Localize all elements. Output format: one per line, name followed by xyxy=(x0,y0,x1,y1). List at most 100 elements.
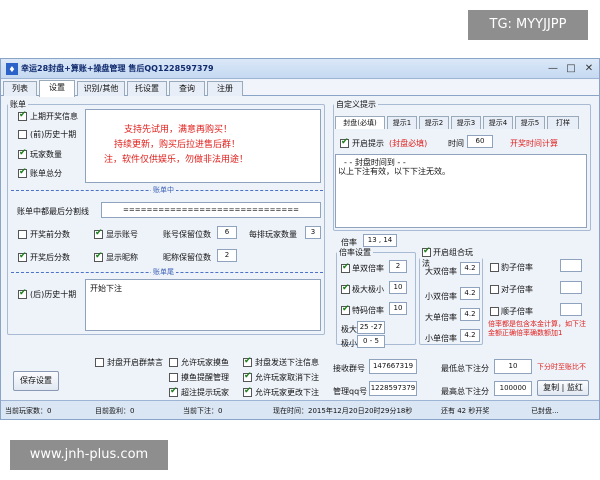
open-after-score-checkbox[interactable] xyxy=(18,251,27,262)
min-bet-label: 最低总下注分 xyxy=(441,364,489,373)
watermark-bottom: www.jnh-plus.com xyxy=(10,440,168,470)
big-double-label: 大双倍率 xyxy=(425,267,457,276)
status-open-info: 还有 42 秒开奖 xyxy=(441,407,490,415)
open-before-score-checkbox[interactable] xyxy=(18,230,27,239)
title-bar: ♦ 幸运28封盘+算账+操盘管理 售后QQ1228597379 — □ ✕ xyxy=(1,59,599,79)
show-remaining-checkbox[interactable] xyxy=(243,356,252,367)
straight-input[interactable] xyxy=(560,303,582,316)
show-account-checkbox[interactable] xyxy=(94,228,103,239)
nickname-keep-input[interactable]: 2 xyxy=(217,249,237,262)
prompt-tab-close[interactable]: 封盘(必填) xyxy=(335,116,385,129)
max-range-input[interactable]: 25 -27 xyxy=(357,321,385,334)
show-account-label: 显示账号 xyxy=(106,230,138,239)
ledger-header-textarea[interactable]: 支持先试用，满意再购买！ 持续更新，购买后拉进售后群！ 注，软件仅供娱乐，勿做非… xyxy=(85,109,321,183)
pair-input[interactable] xyxy=(560,281,582,294)
tab-settings[interactable]: 设置 xyxy=(39,80,75,97)
copy-button[interactable]: 复制 xyxy=(543,383,559,392)
enable-prompt-checkbox[interactable] xyxy=(340,137,349,148)
big-small-input[interactable]: 10 xyxy=(389,281,407,294)
combo-enable-checkbox[interactable] xyxy=(422,246,431,257)
prompt-tab-4[interactable]: 提示4 xyxy=(483,116,513,129)
account-keep-input[interactable]: 6 xyxy=(217,226,237,239)
nickname-keep-label: 昵称保留位数 xyxy=(163,253,211,262)
special-code-input[interactable]: 10 xyxy=(389,302,407,315)
tab-list[interactable]: 列表 xyxy=(3,81,37,96)
app-icon: ♦ xyxy=(6,63,18,75)
status-players: 当前玩家数：0 xyxy=(5,407,52,415)
settle-total-checkbox[interactable] xyxy=(18,167,27,178)
straight-checkbox[interactable] xyxy=(490,307,499,316)
player-count-label: 玩家数量 xyxy=(30,150,62,159)
per-row-input[interactable]: 3 xyxy=(305,226,321,239)
player-count-checkbox[interactable] xyxy=(18,148,27,159)
status-total-bets: 当前下注：0 xyxy=(183,407,223,415)
prompt-tab-sample[interactable]: 打样 xyxy=(547,116,579,129)
group-number-label: 接收群号 xyxy=(333,364,365,373)
last-open-info-label: 上期开奖信息 xyxy=(30,112,78,121)
big-small-checkbox[interactable] xyxy=(341,283,350,294)
status-state: 已封盘... xyxy=(531,407,559,415)
group-number-input[interactable]: 147667319 xyxy=(369,359,417,374)
special-code-checkbox[interactable] xyxy=(341,304,350,315)
min-score-input[interactable]: ============================== xyxy=(101,202,321,218)
leopard-input[interactable] xyxy=(560,259,582,272)
small-single-label: 小单倍率 xyxy=(425,334,457,343)
min-range-input[interactable]: 0 - 5 xyxy=(357,335,385,348)
prompt-tab-1[interactable]: 提示1 xyxy=(387,116,417,129)
prev-ten-history-checkbox[interactable] xyxy=(18,130,27,139)
allow-cancel-checkbox[interactable] xyxy=(243,371,252,382)
status-bar: 当前玩家数：0 目前盈利：0 当前下注：0 现在时间：2015年12月20日20… xyxy=(1,400,599,419)
max-bet-input[interactable]: 100000 xyxy=(494,381,532,396)
manager-qq-input[interactable]: 1228597379 xyxy=(369,381,417,396)
cancel-hint-label: 超注提示玩家 xyxy=(181,388,229,397)
big-single-input[interactable]: 4.2 xyxy=(460,308,480,321)
custom-prompt-legend: 自定义提示 xyxy=(336,100,376,109)
ledger-tail-textarea[interactable]: 开始下注 xyxy=(85,279,321,331)
main-tabs: 列表 设置 识别/其他 托设置 查询 注册 xyxy=(1,80,599,97)
min-bet-input[interactable]: 10 xyxy=(494,359,532,374)
account-keep-label: 账号保留位数 xyxy=(163,230,211,239)
open-after-score-label: 开奖后分数 xyxy=(30,253,70,262)
tab-recognize[interactable]: 识别/其他 xyxy=(77,81,125,96)
big-single-label: 大单倍率 xyxy=(425,313,457,322)
status-time: 现在时间：2015年12月20日20时29分18秒 xyxy=(273,407,413,415)
prompt-tab-2[interactable]: 提示2 xyxy=(419,116,449,129)
time-input[interactable]: 60 xyxy=(467,135,493,148)
app-window: ♦ 幸运28封盘+算账+操盘管理 售后QQ1228597379 — □ ✕ 列表… xyxy=(0,58,600,420)
tab-proxy[interactable]: 托设置 xyxy=(127,81,167,96)
ledger-legend: 账单 xyxy=(10,100,26,109)
divider-mid-label: 账单中 xyxy=(151,185,176,195)
watch-button[interactable]: 监红 xyxy=(567,383,583,392)
prompt-tabs: 封盘(必填) 提示1 提示2 提示3 提示4 提示5 打样 xyxy=(335,116,589,129)
cancel-hint-checkbox[interactable] xyxy=(169,386,178,397)
leopard-checkbox[interactable] xyxy=(490,263,499,272)
prompt-tab-3[interactable]: 提示3 xyxy=(451,116,481,129)
tab-query[interactable]: 查询 xyxy=(169,81,205,96)
last-open-info-checkbox[interactable] xyxy=(18,110,27,121)
time-note: 开奖时间计算 xyxy=(510,139,558,148)
prompt-tab-5[interactable]: 提示5 xyxy=(515,116,545,129)
bet-reminder-checkbox[interactable] xyxy=(169,373,178,382)
maximize-button[interactable]: □ xyxy=(563,62,579,75)
allow-player-bet-checkbox[interactable] xyxy=(169,358,178,367)
leopard-label: 豹子倍率 xyxy=(501,263,533,272)
single-double-checkbox[interactable] xyxy=(341,262,350,273)
save-settings-button[interactable]: 保存设置 xyxy=(13,371,59,391)
big-double-input[interactable]: 4.2 xyxy=(460,262,480,275)
small-single-input[interactable]: 4.2 xyxy=(460,329,480,342)
open-group-ban-label: 封盘开启群禁言 xyxy=(107,358,163,367)
multiplier-input[interactable]: 13 , 14 xyxy=(363,234,397,247)
tab-register[interactable]: 注册 xyxy=(207,81,243,96)
small-double-input[interactable]: 4.2 xyxy=(460,287,480,300)
prompt-content-textarea[interactable]: - - 封盘时间到 - - 以上下注有效，以下下注无效。 xyxy=(335,154,587,228)
show-nickname-checkbox[interactable] xyxy=(94,251,103,262)
open-group-ban-checkbox[interactable] xyxy=(95,358,104,367)
watermark-top: TG: MYYJJPP xyxy=(468,10,588,40)
after-ten-history-label: (后)历史十期 xyxy=(30,290,77,299)
pair-checkbox[interactable] xyxy=(490,285,499,294)
minimize-button[interactable]: — xyxy=(545,62,561,75)
allow-change-checkbox[interactable] xyxy=(243,386,252,397)
close-button[interactable]: ✕ xyxy=(581,62,597,75)
single-double-input[interactable]: 2 xyxy=(389,260,407,273)
after-ten-history-checkbox[interactable] xyxy=(18,288,27,299)
